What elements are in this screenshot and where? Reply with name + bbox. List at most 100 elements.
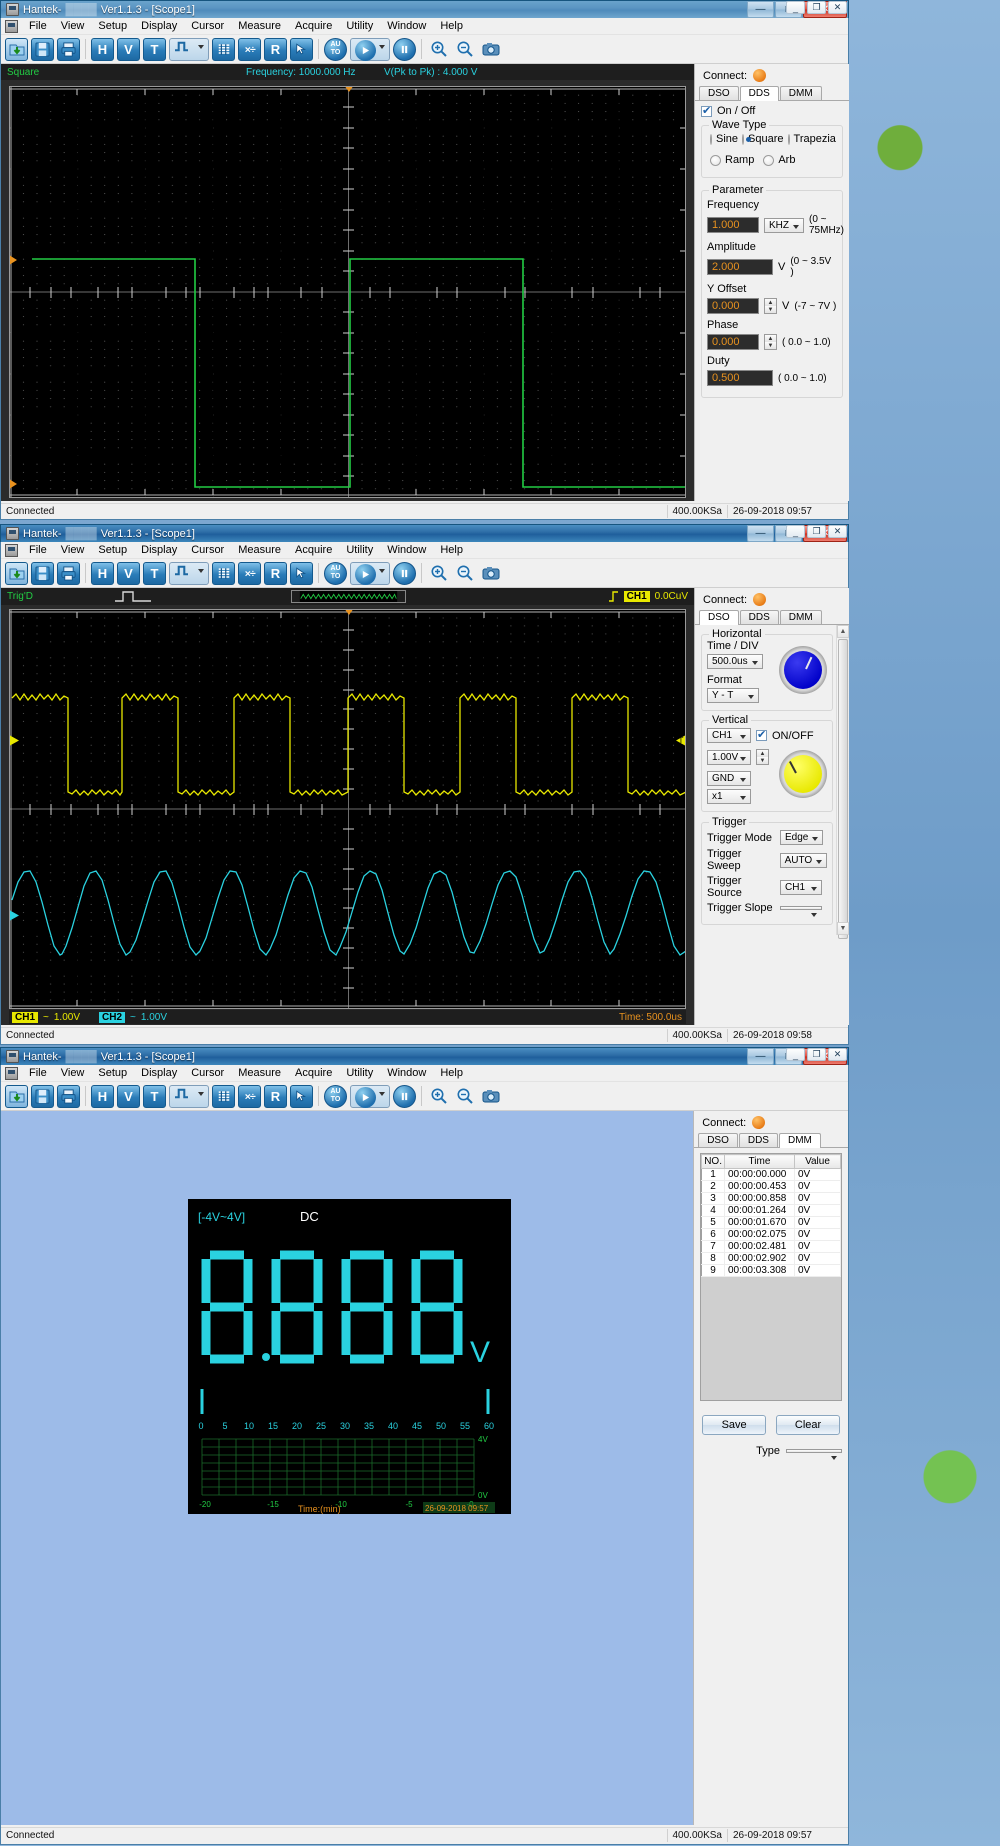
mdi-close-button[interactable]: ✕: [828, 1, 847, 14]
phase-spinner[interactable]: ▲ ▼: [764, 334, 777, 350]
trigger-icon-3[interactable]: T: [143, 1084, 166, 1108]
menu-measure-2[interactable]: Measure: [231, 543, 288, 557]
waveform-preview[interactable]: [291, 590, 406, 603]
reference-icon[interactable]: R: [264, 37, 287, 61]
menu-utility[interactable]: Utility: [339, 19, 380, 33]
math-icon-3[interactable]: × ÷: [238, 1084, 261, 1108]
horizontal-icon-3[interactable]: H: [91, 1084, 114, 1108]
table-row[interactable]: 5 00:00:01.670 0V: [701, 1216, 842, 1229]
window-2-waveform-grid[interactable]: T: [9, 609, 686, 1009]
vertical-icon-3[interactable]: V: [117, 1084, 140, 1108]
frequency-input[interactable]: 1.000: [707, 217, 759, 233]
reference-icon-2[interactable]: R: [264, 561, 287, 585]
print-icon-2[interactable]: [57, 561, 80, 585]
square-wave-icon-3[interactable]: [169, 1084, 209, 1108]
trigger-icon[interactable]: T: [143, 37, 166, 61]
horizontal-icon-2[interactable]: H: [91, 561, 114, 585]
menu-view-3[interactable]: View: [54, 1066, 92, 1080]
table-row[interactable]: 9 00:00:03.308 0V: [701, 1264, 842, 1277]
window-3-minimize-button[interactable]: —: [747, 1048, 774, 1065]
window-1-minimize-button[interactable]: —: [747, 1, 774, 18]
trigger-sweep-select[interactable]: AUTO: [779, 852, 827, 868]
reference-icon-3[interactable]: R: [264, 1084, 287, 1108]
menu-help-3[interactable]: Help: [433, 1066, 470, 1080]
measure-list-icon-3[interactable]: [212, 1084, 235, 1108]
yoffset-input[interactable]: 0.000: [707, 298, 759, 314]
cursor-select-icon-2[interactable]: [290, 561, 313, 585]
math-icon-2[interactable]: × ÷: [238, 561, 261, 585]
zoom-in-icon[interactable]: [427, 38, 450, 61]
amplitude-input[interactable]: 2.000: [707, 259, 773, 275]
tab-dds-3[interactable]: DDS: [738, 1133, 778, 1147]
radio-trapezia[interactable]: [787, 133, 790, 145]
square-wave-icon-2[interactable]: [169, 561, 209, 585]
pause-icon[interactable]: [393, 37, 416, 61]
mdi-close-button-2[interactable]: ✕: [828, 525, 847, 538]
scroll-thumb[interactable]: [838, 639, 848, 939]
mdi-minimize-button[interactable]: _: [786, 1, 805, 14]
mdi-restore-button-3[interactable]: ❐: [807, 1048, 826, 1061]
channel-onoff-checkbox[interactable]: [756, 728, 767, 741]
save-icon-3[interactable]: [31, 1084, 54, 1108]
mdi-app-icon[interactable]: [5, 19, 18, 33]
pause-icon-3[interactable]: [393, 1084, 416, 1108]
tab-dso-3[interactable]: DSO: [698, 1133, 738, 1147]
pause-icon-2[interactable]: [393, 561, 416, 585]
zoom-out-icon[interactable]: [453, 38, 476, 61]
open-icon-2[interactable]: [5, 561, 28, 585]
table-row[interactable]: 6 00:00:02.075 0V: [701, 1228, 842, 1241]
trigger-mode-select[interactable]: Edge: [780, 830, 824, 845]
menu-view-2[interactable]: View: [54, 543, 92, 557]
radio-square[interactable]: [742, 133, 751, 145]
measure-list-icon-2[interactable]: [212, 561, 235, 585]
mdi-close-button-3[interactable]: ✕: [828, 1048, 847, 1061]
tab-dso[interactable]: DSO: [699, 86, 739, 100]
cursor-select-icon-3[interactable]: [290, 1084, 313, 1108]
volts-div-spinner[interactable]: ▲ ▼: [756, 749, 769, 765]
type-select[interactable]: [786, 1449, 842, 1460]
auto-icon-2[interactable]: AU TO: [324, 561, 347, 585]
channel-select[interactable]: CH1: [707, 728, 751, 743]
phase-input[interactable]: 0.000: [707, 334, 759, 350]
window-1-titlebar[interactable]: Hantek- ████ Ver1.1.3 - [Scope1] — □ ✕: [0, 0, 849, 18]
menu-window-2[interactable]: Window: [380, 543, 433, 557]
menu-cursor-3[interactable]: Cursor: [184, 1066, 231, 1080]
screenshot-icon-3[interactable]: [479, 1085, 502, 1108]
measure-list-icon[interactable]: [212, 37, 235, 61]
square-wave-icon[interactable]: [169, 37, 209, 61]
horizontal-icon[interactable]: H: [91, 37, 114, 61]
menu-help[interactable]: Help: [433, 19, 470, 33]
menu-utility-2[interactable]: Utility: [339, 543, 380, 557]
open-icon-3[interactable]: [5, 1084, 28, 1108]
save-button[interactable]: Save: [702, 1415, 767, 1435]
duty-input[interactable]: 0.500: [707, 370, 773, 386]
menu-file-3[interactable]: File: [22, 1066, 54, 1080]
mdi-minimize-button-2[interactable]: _: [786, 525, 805, 538]
scroll-down-arrow[interactable]: ▼: [837, 922, 849, 935]
window-3-titlebar[interactable]: Hantek- ████ Ver1.1.3 - [Scope1] — □ ✕: [0, 1047, 849, 1065]
tab-dds-2[interactable]: DDS: [739, 610, 779, 624]
yoffset-spinner[interactable]: ▲ ▼: [764, 298, 777, 314]
scroll-up-arrow[interactable]: ▲: [837, 625, 849, 638]
time-div-select[interactable]: 500.0us: [707, 654, 763, 669]
zoom-out-icon-2[interactable]: [453, 562, 476, 585]
menu-display[interactable]: Display: [134, 19, 184, 33]
vertical-icon-2[interactable]: V: [117, 561, 140, 585]
print-icon[interactable]: [57, 37, 80, 61]
auto-icon-3[interactable]: AU TO: [324, 1084, 347, 1108]
window-2-titlebar[interactable]: Hantek- ████ Ver1.1.3 - [Scope1] — □ ✕: [0, 524, 849, 542]
window-1-waveform-grid[interactable]: [9, 86, 686, 498]
zoom-in-icon-3[interactable]: [427, 1085, 450, 1108]
mdi-restore-button-2[interactable]: ❐: [807, 525, 826, 538]
mdi-restore-button[interactable]: ❐: [807, 1, 826, 14]
tab-dso-2[interactable]: DSO: [699, 610, 739, 625]
format-select[interactable]: Y - T: [707, 688, 759, 703]
tab-dds[interactable]: DDS: [739, 86, 779, 101]
menu-setup[interactable]: Setup: [91, 19, 134, 33]
zoom-out-icon-3[interactable]: [453, 1085, 476, 1108]
dmm-log-container[interactable]: NO. Time Value 1 00:00:00.000 0V 2 00:00:00.…: [700, 1153, 842, 1401]
menu-view[interactable]: View: [54, 19, 92, 33]
table-row[interactable]: 2 00:00:00.453 0V: [701, 1180, 842, 1193]
coupling-select[interactable]: GND: [707, 771, 751, 786]
radio-arb[interactable]: [763, 154, 775, 166]
